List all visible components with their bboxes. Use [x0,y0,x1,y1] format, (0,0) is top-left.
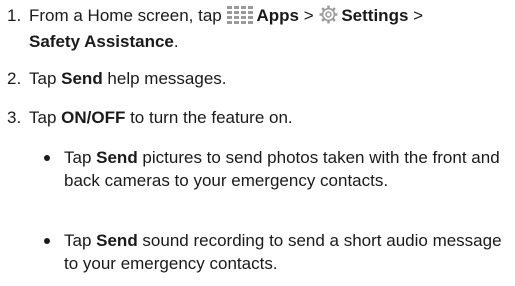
step-text: Tap Send help messages. [29,69,227,88]
step-number: 2. [7,69,22,88]
bullet-dot [44,155,50,161]
step-1-continuation: Safety Assistance. [7,30,512,53]
bullet-text-pre: Tap [64,148,97,167]
bullet-dot [44,238,50,244]
settings-gear-icon [319,5,338,30]
bullet-text: Tap Send pictures to send photos taken w… [44,146,512,192]
step-1: 1. From a Home screen, tap Apps > Settin… [7,4,512,53]
bullet-item-send-sound: Tap Send sound recording to send a short… [44,229,512,275]
send-label: Send [96,148,138,167]
send-label: Send [96,231,138,250]
apps-grid-icon [227,6,254,30]
on-off-label: ON/OFF [61,108,126,127]
step-text-post: help messages. [102,69,227,88]
step-1-intro: From a Home screen, tap [29,6,227,25]
bullet-text: Tap Send sound recording to send a short… [44,229,512,275]
instructions-page: 1. From a Home screen, tap Apps > Settin… [0,0,515,286]
step-3: 3. Tap ON/OFF to turn the feature on. [7,106,512,129]
step-text: Tap ON/OFF to turn the feature on. [29,108,293,127]
step-number: 3. [7,108,22,127]
step-2: 2. Tap Send help messages. [7,67,512,90]
safety-assistance-label: Safety Assistance [29,32,174,51]
settings-label: Settings [341,6,409,25]
bullet-item-send-pictures: Tap Send pictures to send photos taken w… [44,146,512,192]
period: . [173,32,179,51]
bullet-text-pre: Tap [64,231,97,250]
step-text: From a Home screen, tap Apps > Settings … [29,5,424,25]
step-text-pre: Tap [29,108,62,127]
separator: > [298,6,319,25]
step-text-pre: Tap [29,69,62,88]
apps-label: Apps [256,6,299,25]
step-text-post: to turn the feature on. [125,108,293,127]
step-number: 1. [7,6,22,25]
send-label: Send [61,69,103,88]
separator: > [408,6,424,25]
